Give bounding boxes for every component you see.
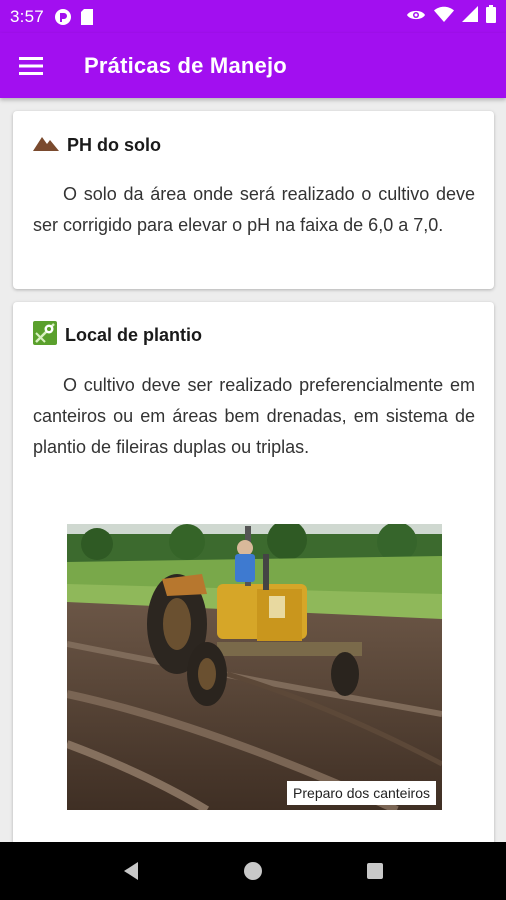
card-title: PH do solo [67,135,161,155]
recents-button[interactable] [355,851,395,891]
home-icon [244,862,262,880]
card-title: Local de plantio [65,325,203,345]
card-text: O solo da área onde será realizado o cul… [33,184,475,235]
card-local-de-plantio: Local de plantio O cultivo deve ser real… [13,302,494,842]
content-scroll[interactable]: PH do solo O solo da área onde será real… [0,98,506,842]
wifi-icon [434,6,454,27]
back-icon [124,862,138,880]
menu-button[interactable] [2,37,60,95]
image-caption: Preparo dos canteiros [287,781,436,805]
pocket-icon [54,8,72,26]
status-bar: 3:57 [0,0,506,33]
status-time: 3:57 [10,6,44,26]
card-header: Local de plantio [33,321,202,350]
signal-icon [462,6,478,27]
tractor-photo: Preparo dos canteiros [67,524,442,810]
app-bar: Práticas de Manejo [0,33,506,98]
menu-icon [19,56,43,75]
terrain-icon [33,135,59,156]
system-nav-bar [0,842,506,900]
card-text: O cultivo deve ser realizado preferencia… [33,375,475,457]
recents-icon [367,863,383,879]
card-ph-do-solo: PH do solo O solo da área onde será real… [13,111,494,289]
page-title: Práticas de Manejo [84,52,287,78]
map-marker-icon [33,321,57,350]
eye-icon [406,7,426,27]
battery-icon [486,5,496,28]
sd-card-icon [80,8,94,26]
home-button[interactable] [233,851,273,891]
card-header: PH do solo [33,135,161,156]
back-button[interactable] [111,851,151,891]
